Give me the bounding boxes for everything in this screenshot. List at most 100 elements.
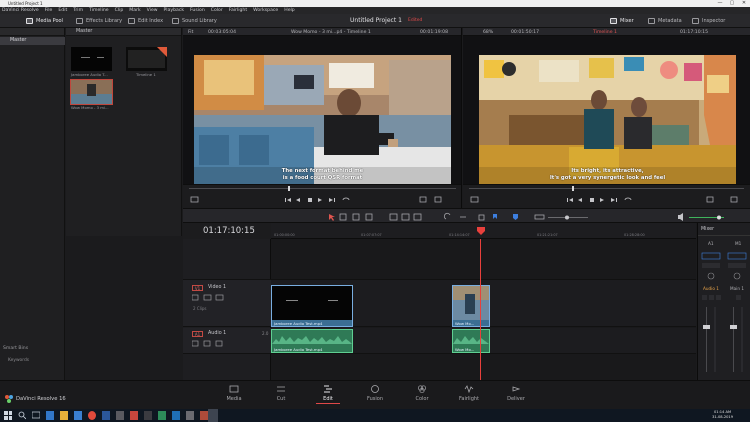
mixer-button[interactable]: Mixer [610, 17, 634, 25]
app-icon[interactable] [130, 411, 138, 420]
smart-bins-header[interactable]: Smart Bins [3, 346, 28, 351]
marker-icon[interactable] [513, 214, 518, 220]
menu-playback[interactable]: Playback [164, 7, 185, 14]
lock-track-icon[interactable] [192, 294, 199, 301]
blade-tool-icon[interactable] [365, 213, 373, 221]
mixer-a1-mute[interactable] [716, 295, 721, 300]
menu-help[interactable]: Help [284, 7, 294, 14]
playhead-handle[interactable] [477, 227, 485, 235]
edge-icon[interactable] [46, 411, 54, 420]
store-icon[interactable] [74, 411, 82, 420]
app-icon[interactable] [144, 411, 152, 420]
word-icon[interactable] [102, 411, 110, 420]
video-track-tag[interactable]: V1 [192, 285, 203, 291]
media-thumb-timeline[interactable] [126, 47, 167, 71]
minimize-button[interactable]: — [714, 0, 726, 7]
lock-icon[interactable] [478, 214, 485, 221]
media-thumb-jamboree[interactable] [71, 47, 112, 71]
menu-view[interactable]: View [147, 7, 158, 14]
maximize-button[interactable]: ▢ [726, 0, 738, 7]
video-clip[interactable]: Jamboree Audio Test.mp4 [271, 285, 353, 327]
menu-trim[interactable]: Trim [73, 7, 83, 14]
chrome-icon[interactable] [88, 411, 96, 420]
mixer-a1-solo[interactable] [709, 295, 714, 300]
menu-edit[interactable]: Edit [58, 7, 67, 14]
timeline-ruler[interactable]: 01:00:00:00 01:07:07:07 01:14:14:07 01:2… [271, 223, 696, 239]
sound-library-button[interactable]: Sound Library [172, 17, 217, 25]
mixer-a1-record[interactable] [702, 295, 707, 300]
app-icon[interactable] [116, 411, 124, 420]
overwrite-clip-icon[interactable] [401, 213, 410, 221]
speaker-icon[interactable] [678, 213, 683, 221]
close-button[interactable]: ✕ [738, 0, 750, 7]
trim-tool-icon[interactable] [339, 213, 347, 221]
audio-clip[interactable]: Jamboree Audio Test.mp4 [271, 329, 353, 353]
page-tab-color[interactable]: Color [405, 384, 439, 402]
insert-clip-icon[interactable] [389, 213, 398, 221]
dynamic-trim-icon[interactable] [352, 213, 360, 221]
audio-track-name[interactable]: Audio 1 [208, 331, 226, 336]
snapping-icon[interactable] [443, 212, 451, 220]
task-view-icon[interactable] [32, 411, 40, 420]
app-icon[interactable] [200, 411, 208, 420]
pan-a1-knob[interactable] [707, 272, 715, 280]
page-tab-cut[interactable]: Cut [264, 384, 298, 402]
eq-m1-button[interactable] [727, 252, 747, 260]
menu-fairlight[interactable]: Fairlight [229, 7, 247, 14]
zoom-slider-handle[interactable] [565, 215, 569, 220]
media-thumb-wow-momo[interactable] [70, 79, 113, 105]
app-icon[interactable] [158, 411, 166, 420]
smart-bin-keywords[interactable]: Keywords [8, 358, 29, 363]
dynamics-a1[interactable] [702, 263, 720, 268]
video-clip[interactable]: Wow Mo... [452, 285, 490, 327]
menu-color[interactable]: Color [211, 7, 223, 14]
timeline-name[interactable]: Timeline 1 [593, 30, 617, 35]
fader-m1[interactable] [730, 325, 737, 329]
replace-clip-icon[interactable] [413, 213, 422, 221]
video-track-name[interactable]: Video 1 [208, 285, 226, 290]
audio-track-tag[interactable]: A1 [192, 331, 203, 337]
app-icon[interactable] [172, 411, 180, 420]
effects-library-button[interactable]: Effects Library [76, 17, 122, 25]
pan-m1-knob[interactable] [733, 272, 741, 280]
menu-fusion[interactable]: Fusion [190, 7, 205, 14]
system-clock[interactable]: 01:14 AM 31-08-2019 [712, 410, 733, 420]
video-enable-icon[interactable] [215, 294, 224, 301]
dynamics-m1[interactable] [728, 263, 746, 268]
source-clip-name[interactable]: Wow Momo - 3 mi...p4 - Timeline 1 [291, 30, 371, 35]
timeline-zoom[interactable]: 68% [483, 30, 493, 35]
menu-file[interactable]: File [45, 7, 53, 14]
fader-a1[interactable] [703, 325, 710, 329]
inspector-button[interactable]: Inspector [692, 17, 725, 25]
mute-icon[interactable] [215, 340, 223, 347]
page-tab-edit[interactable]: Edit [311, 384, 345, 404]
lock-audio-icon[interactable] [192, 340, 199, 347]
file-explorer-icon[interactable] [60, 411, 68, 420]
menu-workspace[interactable]: Workspace [253, 7, 278, 14]
volume-handle[interactable] [717, 215, 721, 220]
auto-select-icon[interactable] [203, 294, 212, 301]
audio-clip[interactable]: Wow Mo... [452, 329, 490, 353]
app-icon[interactable] [186, 411, 194, 420]
page-tab-deliver[interactable]: Deliver [499, 384, 533, 402]
selection-tool-icon[interactable] [329, 214, 335, 221]
menu-timeline[interactable]: Timeline [89, 7, 109, 14]
windows-start-icon[interactable] [4, 411, 12, 420]
page-tab-fusion[interactable]: Fusion [358, 384, 392, 402]
menu-davinci[interactable]: DaVinci Resolve [2, 7, 39, 14]
page-tab-fairlight[interactable]: Fairlight [452, 384, 486, 402]
metadata-button[interactable]: Metadata [648, 17, 682, 25]
page-tab-media[interactable]: Media [217, 384, 251, 402]
bin-master[interactable]: Master [0, 37, 65, 45]
search-icon[interactable] [18, 411, 26, 420]
zoom-full-icon[interactable] [534, 214, 545, 220]
edit-index-button[interactable]: Edit Index [128, 17, 163, 25]
davinci-taskbar-icon[interactable] [208, 409, 218, 422]
source-zoom[interactable]: Fit [188, 30, 193, 35]
media-pool-button[interactable]: Media Pool [26, 17, 63, 25]
eq-a1-button[interactable] [701, 252, 721, 260]
solo-icon[interactable] [203, 340, 211, 347]
menu-clip[interactable]: Clip [115, 7, 124, 14]
flag-icon[interactable] [493, 214, 497, 219]
mixer-m1-mute[interactable] [736, 295, 741, 300]
